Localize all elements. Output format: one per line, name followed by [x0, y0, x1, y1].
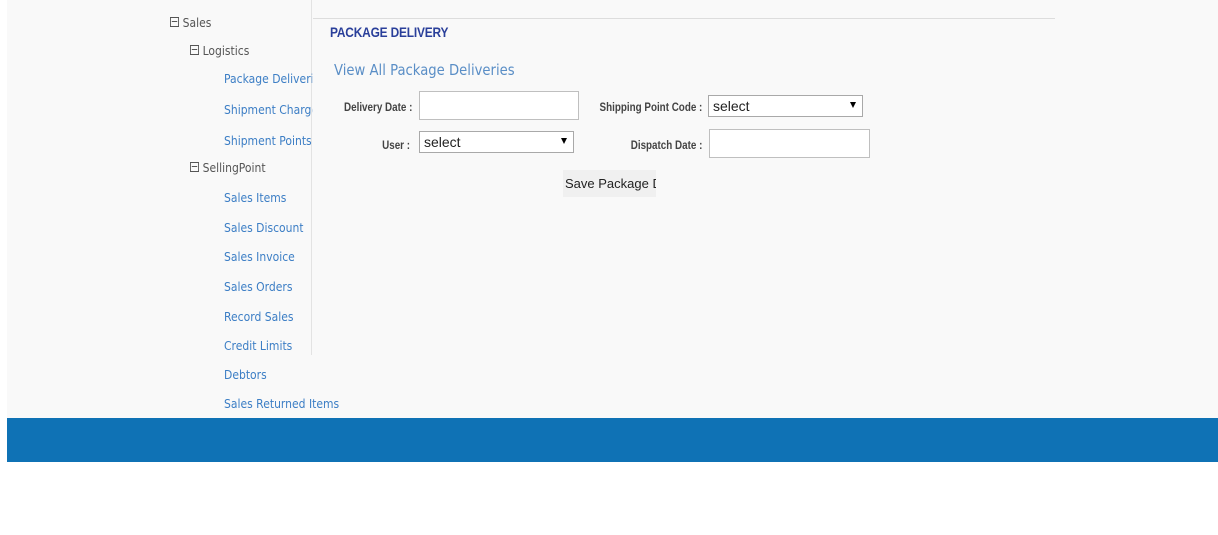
save-package-delivery-button[interactable]: Save Package De: [563, 170, 656, 197]
sidebar-item-debtors[interactable]: Debtors: [224, 368, 267, 382]
dropdown-arrow-icon: [561, 138, 567, 144]
view-all-package-deliveries-link[interactable]: View All Package Deliveries: [334, 61, 515, 79]
sidebar-item-shipment-charges[interactable]: Shipment Charge: [224, 103, 312, 117]
dispatch-date-input[interactable]: [709, 129, 870, 158]
tree-node-label: Sales: [182, 16, 212, 30]
main-top-divider: [313, 18, 1055, 19]
tree-node-sellingpoint[interactable]: SellingPoint: [190, 161, 266, 175]
sidebar-item-sales-items[interactable]: Sales Items: [224, 191, 286, 205]
sidebar-item-shipment-points[interactable]: Shipment Points: [224, 134, 312, 148]
shipping-point-code-value: select: [713, 98, 750, 114]
user-select[interactable]: select: [419, 131, 574, 153]
tree-node-label: SellingPoint: [202, 161, 266, 175]
delivery-date-label: Delivery Date :: [343, 100, 412, 114]
tree-node-logistics[interactable]: Logistics: [190, 44, 249, 58]
sidebar-item-package-deliveries[interactable]: Package Deliveri: [224, 72, 312, 86]
collapse-icon[interactable]: [190, 162, 199, 172]
page-title: PACKAGE DELIVERY: [330, 24, 449, 40]
tree-node-sales[interactable]: Sales: [170, 16, 211, 30]
collapse-icon[interactable]: [190, 45, 199, 55]
delivery-date-input[interactable]: [419, 91, 579, 120]
shipping-point-code-label: Shipping Point Code :: [599, 100, 702, 114]
sidebar-tree: [156, 0, 313, 418]
dispatch-date-label: Dispatch Date :: [630, 138, 702, 152]
sidebar-item-sales-orders[interactable]: Sales Orders: [224, 280, 292, 294]
footer-bar: [7, 418, 1218, 462]
sidebar-item-credit-limits[interactable]: Credit Limits: [224, 339, 292, 353]
sidebar-item-sales-discount[interactable]: Sales Discount: [224, 221, 304, 235]
dropdown-arrow-icon: [850, 102, 856, 108]
sidebar-item-sales-returned-items[interactable]: Sales Returned Items: [224, 397, 339, 411]
user-label: User :: [382, 138, 410, 152]
sidebar-item-record-sales[interactable]: Record Sales: [224, 310, 293, 324]
sidebar-item-sales-invoice[interactable]: Sales Invoice: [224, 250, 295, 264]
user-value: select: [424, 134, 461, 150]
sidebar-divider: [311, 0, 312, 355]
shipping-point-code-select[interactable]: select: [708, 95, 863, 117]
collapse-icon[interactable]: [170, 17, 179, 27]
tree-node-label: Logistics: [202, 44, 250, 58]
